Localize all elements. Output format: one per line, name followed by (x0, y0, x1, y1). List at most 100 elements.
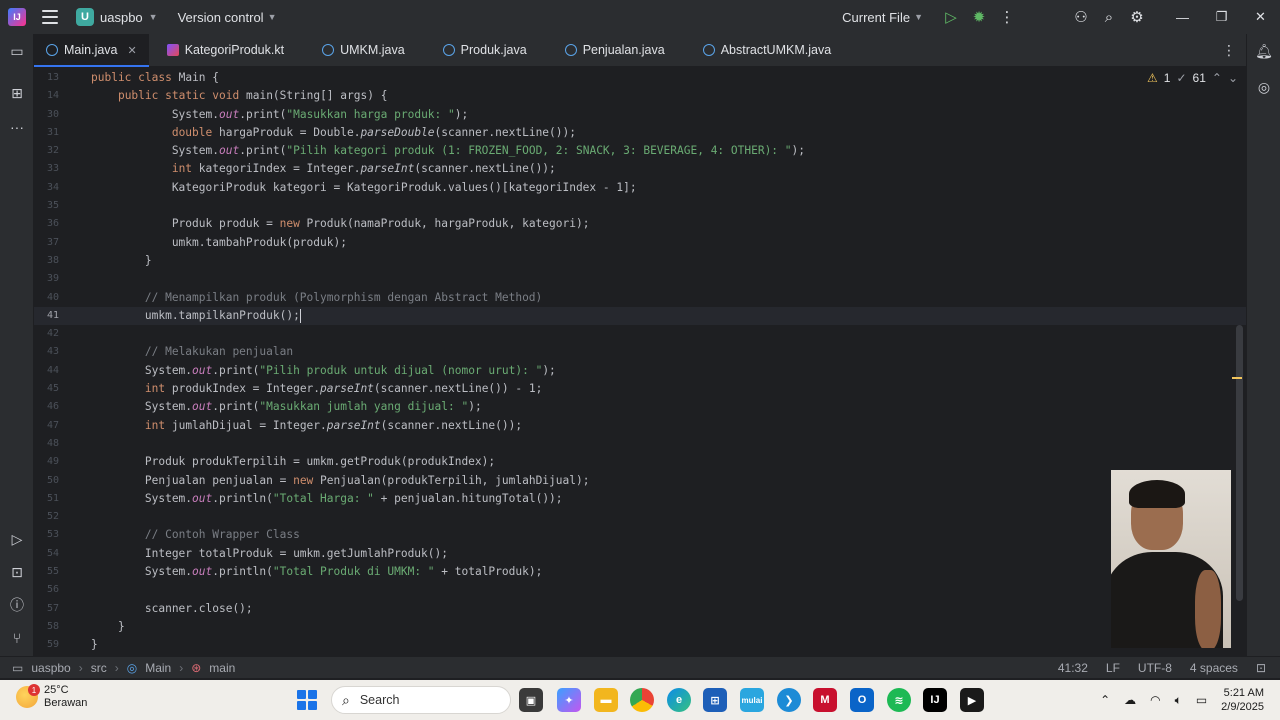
line-number[interactable]: 30 (34, 106, 59, 124)
code-line[interactable]: 31 double hargaProduk = Double.parseDoub… (34, 124, 1246, 142)
intellij-taskbar-icon[interactable]: IJ (923, 688, 947, 712)
line-number[interactable]: 47 (34, 417, 59, 435)
line-number[interactable]: 32 (34, 142, 59, 160)
line-number[interactable]: 13 (34, 69, 59, 87)
outlook-icon[interactable]: O (850, 688, 874, 712)
code-line[interactable]: 39 (34, 270, 1246, 288)
mcafee-icon[interactable]: M (813, 688, 837, 712)
code-line[interactable]: 59} (34, 636, 1246, 654)
line-number[interactable]: 48 (34, 435, 59, 453)
line-number[interactable]: 50 (34, 472, 59, 490)
code-line[interactable]: 53 // Contoh Wrapper Class (34, 526, 1246, 544)
line-number[interactable]: 49 (34, 453, 59, 471)
run-icon[interactable]: ▷ (937, 0, 965, 34)
indent-setting[interactable]: 4 spaces (1190, 661, 1238, 675)
code-line[interactable]: 42 (34, 325, 1246, 343)
editor-scrollbar[interactable] (1236, 325, 1243, 601)
edge-icon[interactable]: e (667, 688, 691, 712)
chevron-up-icon[interactable]: ⌃ (1100, 693, 1110, 707)
run-config-selector[interactable]: Current File ▼ (842, 10, 923, 25)
main-menu-icon[interactable] (42, 10, 58, 24)
code-line[interactable]: 46 System.out.print("Masukkan jumlah yan… (34, 398, 1246, 416)
line-number[interactable]: 41 (34, 307, 59, 325)
project-folder-icon[interactable]: ▭ (0, 36, 34, 66)
vscode-bubble-icon[interactable]: ❯ (777, 688, 801, 712)
settings-icon[interactable]: ⚙ (1123, 0, 1151, 34)
tabs-more-icon[interactable]: ⋮ (1222, 34, 1236, 67)
copilot-icon[interactable]: ✦ (557, 688, 581, 712)
chrome-icon[interactable] (630, 688, 654, 712)
line-number[interactable]: 38 (34, 252, 59, 270)
minimize-button[interactable]: — (1163, 0, 1202, 34)
breadcrumb-item[interactable]: Main (145, 661, 171, 675)
breadcrumb-item[interactable]: main (209, 661, 235, 675)
structure-icon[interactable]: ⊞ (0, 78, 34, 108)
cloud-icon[interactable]: ☁ (1124, 693, 1136, 707)
code-editor[interactable]: 13 public class Main {14 public static vo… (34, 67, 1246, 656)
code-line[interactable]: 55 System.out.println("Total Produk di U… (34, 563, 1246, 581)
clock[interactable]: 5:21 AM 2/9/2025 (1221, 686, 1264, 714)
code-line[interactable]: 40 // Menampilkan produk (Polymorphism d… (34, 289, 1246, 307)
code-line[interactable]: 43 // Melakukan penjualan (34, 343, 1246, 361)
spotify-icon[interactable]: ≋ (887, 688, 911, 712)
line-number[interactable]: 55 (34, 563, 59, 581)
line-number[interactable]: 36 (34, 215, 59, 233)
line-number[interactable]: 59 (34, 636, 59, 654)
terminal-icon[interactable]: ⊡ (0, 557, 34, 587)
weather-widget[interactable]: 1 25°C Berawan (16, 684, 87, 710)
code-line[interactable]: 41 umkm.tampilkanProduk(); (34, 306, 1246, 326)
tab-kategoriproduk-kt[interactable]: KategoriProduk.kt (155, 34, 296, 66)
line-number[interactable]: 33 (34, 160, 59, 178)
code-line[interactable]: 47 int jumlahDijual = Integer.parseInt(s… (34, 417, 1246, 435)
git-icon[interactable]: ⑂ (0, 623, 34, 653)
close-button[interactable]: ✕ (1241, 0, 1280, 34)
store-icon[interactable]: ⊞ (703, 688, 727, 712)
code-line[interactable]: 54 Integer totalProduk = umkm.getJumlahP… (34, 545, 1246, 563)
lock-icon[interactable]: ⊡ (1256, 661, 1266, 675)
line-number[interactable]: 46 (34, 398, 59, 416)
chevron-down-icon[interactable]: ⌄ (1228, 71, 1238, 85)
code-line[interactable]: 14 public static void main(String[] args… (34, 87, 1246, 105)
ai-assistant-icon[interactable]: ◎ (1247, 72, 1280, 102)
warning-stripe-mark[interactable] (1232, 377, 1242, 379)
line-number[interactable]: 42 (34, 325, 59, 343)
code-line[interactable]: 38 } (34, 252, 1246, 270)
search-icon[interactable]: ⌕ (1095, 0, 1123, 34)
tab-penjualan-java[interactable]: Penjualan.java (553, 34, 677, 66)
line-number[interactable]: 57 (34, 600, 59, 618)
code-line[interactable]: 56 (34, 581, 1246, 599)
task-view-icon[interactable]: ▣ (519, 688, 543, 712)
line-number[interactable]: 43 (34, 343, 59, 361)
line-number[interactable]: 51 (34, 490, 59, 508)
more-tools-icon[interactable]: ··· (0, 112, 34, 142)
tab-produk-java[interactable]: Produk.java (431, 34, 539, 66)
code-line[interactable]: 30 System.out.print("Masukkan harga prod… (34, 106, 1246, 124)
start-button[interactable] (297, 690, 317, 710)
code-line[interactable]: 36 Produk produk = new Produk(namaProduk… (34, 215, 1246, 233)
code-line[interactable]: 13 public class Main { (34, 69, 1246, 87)
close-icon[interactable]: ✕ (128, 44, 137, 57)
wifi-icon[interactable]: ◠ (1150, 693, 1160, 707)
code-line[interactable]: 52 (34, 508, 1246, 526)
code-line[interactable]: 51 System.out.println("Total Harga: " + … (34, 490, 1246, 508)
tab-main-java[interactable]: Main.java ✕ (34, 34, 149, 67)
volume-icon[interactable]: 🔈︎ (1175, 693, 1182, 708)
services-icon[interactable]: ▷ (0, 524, 34, 554)
code-line[interactable]: 35 (34, 197, 1246, 215)
code-with-me-icon[interactable]: ⚇ (1067, 0, 1095, 34)
line-number[interactable]: 45 (34, 380, 59, 398)
line-number[interactable]: 58 (34, 618, 59, 636)
code-line[interactable]: 37 umkm.tambahProduk(produk); (34, 234, 1246, 252)
terminal-app-icon[interactable]: ▶ (960, 688, 984, 712)
line-number[interactable]: 31 (34, 124, 59, 142)
line-number[interactable]: 52 (34, 508, 59, 526)
version-control-menu[interactable]: Version control ▼ (178, 10, 277, 25)
line-number[interactable]: 53 (34, 526, 59, 544)
code-line[interactable]: 57 scanner.close(); (34, 600, 1246, 618)
notifications-icon[interactable]: 🔔︎ (1247, 36, 1280, 66)
caret-position[interactable]: 41:32 (1058, 661, 1088, 675)
code-line[interactable]: 50 Penjualan penjualan = new Penjualan(p… (34, 472, 1246, 490)
code-line[interactable]: 33 int kategoriIndex = Integer.parseInt(… (34, 160, 1246, 178)
battery-icon[interactable]: ▭ (1196, 693, 1207, 707)
line-number[interactable]: 14 (34, 87, 59, 105)
